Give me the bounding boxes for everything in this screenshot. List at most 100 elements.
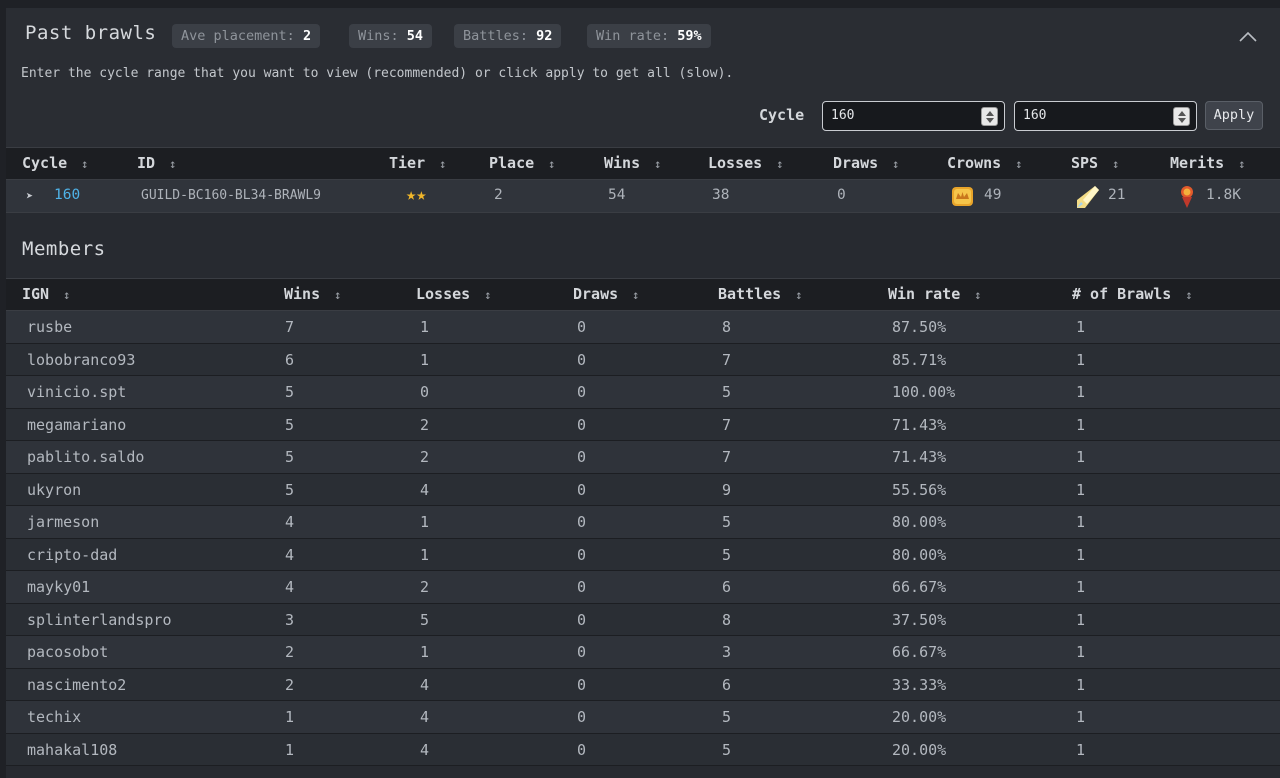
member-brawls: 1: [1076, 740, 1086, 759]
col-place[interactable]: Place ↕: [489, 154, 555, 172]
sort-arrows-icon: ↕: [654, 157, 662, 171]
member-losses: 1: [420, 643, 430, 661]
sort-arrows-icon: ↕: [795, 288, 803, 302]
member-win-rate: 20.00%: [892, 708, 947, 726]
member-losses: 4: [420, 740, 430, 759]
sps-token-icon: [1077, 186, 1099, 208]
apply-button[interactable]: Apply: [1205, 101, 1263, 130]
sort-arrows-icon: ↕: [632, 288, 640, 302]
expand-row-icon[interactable]: ➤: [26, 189, 33, 203]
sort-arrows-icon: ↕: [334, 288, 342, 302]
member-ign: vinicio.spt: [27, 383, 127, 401]
member-win-rate: 80.00%: [892, 513, 947, 531]
member-win-rate: 71.43%: [892, 415, 947, 434]
col-sps[interactable]: SPS ↕: [1071, 154, 1119, 172]
brawl-crowns: 49: [984, 187, 1002, 203]
col-id[interactable]: ID ↕: [137, 154, 176, 172]
brawl-row[interactable]: ➤ 160 GUILD-BC160-BL34-BRAWL9 ★★ 2 54 38…: [6, 180, 1280, 213]
past-brawls-header: Past brawls Ave placement: 2 Wins: 54 Ba…: [6, 8, 1280, 147]
member-win-rate: 37.50%: [892, 610, 947, 629]
member-draws: 0: [577, 513, 587, 531]
battles-badge: Battles: 92: [454, 24, 562, 48]
table-row: megamariano 5 2 0 7 71.43% 1: [6, 408, 1280, 441]
col-member-draws[interactable]: Draws ↕: [573, 285, 639, 303]
col-member-battles[interactable]: Battles ↕: [718, 285, 802, 303]
cycle-range-label: Cycle: [759, 106, 805, 124]
col-member-brawls[interactable]: # of Brawls ↕: [1072, 285, 1193, 303]
member-draws: 0: [577, 578, 587, 596]
table-row: ukyron 5 4 0 9 55.56% 1: [6, 473, 1280, 506]
member-losses: 1: [420, 318, 430, 336]
member-wins: 2: [285, 675, 295, 694]
member-ign: techix: [27, 708, 82, 726]
sort-arrows-icon: ↕: [169, 157, 177, 171]
member-wins: 2: [285, 643, 295, 661]
col-tier[interactable]: Tier ↕: [389, 154, 446, 172]
table-row: splinterlandspro 3 5 0 8 37.50% 1: [6, 603, 1280, 636]
sort-arrows-icon: ↕: [1015, 157, 1023, 171]
member-battles: 5: [722, 545, 732, 564]
col-ign[interactable]: IGN ↕: [22, 285, 70, 303]
member-brawls: 1: [1076, 675, 1086, 694]
brawl-cycle-link[interactable]: 160: [54, 187, 80, 203]
member-draws: 0: [577, 675, 587, 694]
member-wins: 5: [285, 415, 295, 434]
col-crowns[interactable]: Crowns ↕: [947, 154, 1022, 172]
sort-arrows-icon: ↕: [548, 157, 556, 171]
col-member-losses[interactable]: Losses ↕: [416, 285, 491, 303]
col-draws[interactable]: Draws ↕: [833, 154, 899, 172]
member-draws: 0: [577, 545, 587, 564]
col-cycle[interactable]: Cycle ↕: [22, 154, 88, 172]
brawl-merits: 1.8K: [1206, 187, 1241, 203]
brawl-losses: 38: [712, 187, 730, 203]
cycle-to-input[interactable]: 160: [1014, 101, 1197, 131]
member-draws: 0: [577, 383, 587, 401]
table-row: rusbe 7 1 0 8 87.50% 1: [6, 311, 1280, 344]
member-wins: 5: [285, 448, 295, 466]
members-table-header: IGN ↕ Wins ↕ Losses ↕ Draws ↕ Battles ↕ Win r…: [6, 278, 1280, 311]
member-brawls: 1: [1076, 643, 1086, 661]
win-rate-badge: Win rate: 59%: [587, 24, 711, 48]
sort-arrows-icon: ↕: [439, 157, 447, 171]
member-losses: 4: [420, 708, 430, 726]
member-brawls: 1: [1076, 480, 1086, 499]
member-battles: 6: [722, 675, 732, 694]
member-draws: 0: [577, 480, 587, 499]
member-battles: 3: [722, 643, 732, 661]
chevron-up-icon[interactable]: [1238, 30, 1258, 44]
col-member-win-rate[interactable]: Win rate ↕: [888, 285, 981, 303]
cycle-from-spinner[interactable]: [981, 107, 998, 126]
member-battles: 5: [722, 513, 732, 531]
col-member-wins[interactable]: Wins ↕: [284, 285, 341, 303]
cycle-from-input[interactable]: 160: [822, 101, 1005, 131]
member-win-rate: 55.56%: [892, 480, 947, 499]
table-row: vinicio.spt 5 0 0 5 100.00% 1: [6, 376, 1280, 409]
brawl-draws: 0: [837, 187, 846, 203]
col-losses[interactable]: Losses ↕: [708, 154, 783, 172]
member-losses: 2: [420, 448, 430, 466]
member-draws: 0: [577, 643, 587, 661]
merits-icon: [1181, 186, 1193, 208]
col-wins[interactable]: Wins ↕: [604, 154, 661, 172]
cycle-to-spinner[interactable]: [1173, 107, 1190, 126]
member-losses: 1: [420, 513, 430, 531]
member-ign: pacosobot: [27, 643, 109, 661]
member-ign: pablito.saldo: [27, 448, 145, 466]
past-brawls-panel: Past brawls Ave placement: 2 Wins: 54 Ba…: [6, 8, 1280, 778]
member-losses: 4: [420, 675, 430, 694]
brawl-wins: 54: [608, 187, 626, 203]
sort-arrows-icon: ↕: [81, 157, 89, 171]
sort-arrows-icon: ↕: [974, 288, 982, 302]
member-win-rate: 85.71%: [892, 350, 947, 369]
member-ign: jarmeson: [27, 513, 100, 531]
member-losses: 0: [420, 383, 430, 401]
member-draws: 0: [577, 708, 587, 726]
member-draws: 0: [577, 448, 587, 466]
sort-arrows-icon: ↕: [1238, 157, 1246, 171]
col-merits[interactable]: Merits ↕: [1170, 154, 1245, 172]
member-brawls: 1: [1076, 610, 1086, 629]
member-losses: 2: [420, 578, 430, 596]
member-win-rate: 66.67%: [892, 643, 947, 661]
table-row: nascimento2 2 4 0 6 33.33% 1: [6, 668, 1280, 701]
sort-arrows-icon: ↕: [484, 288, 492, 302]
